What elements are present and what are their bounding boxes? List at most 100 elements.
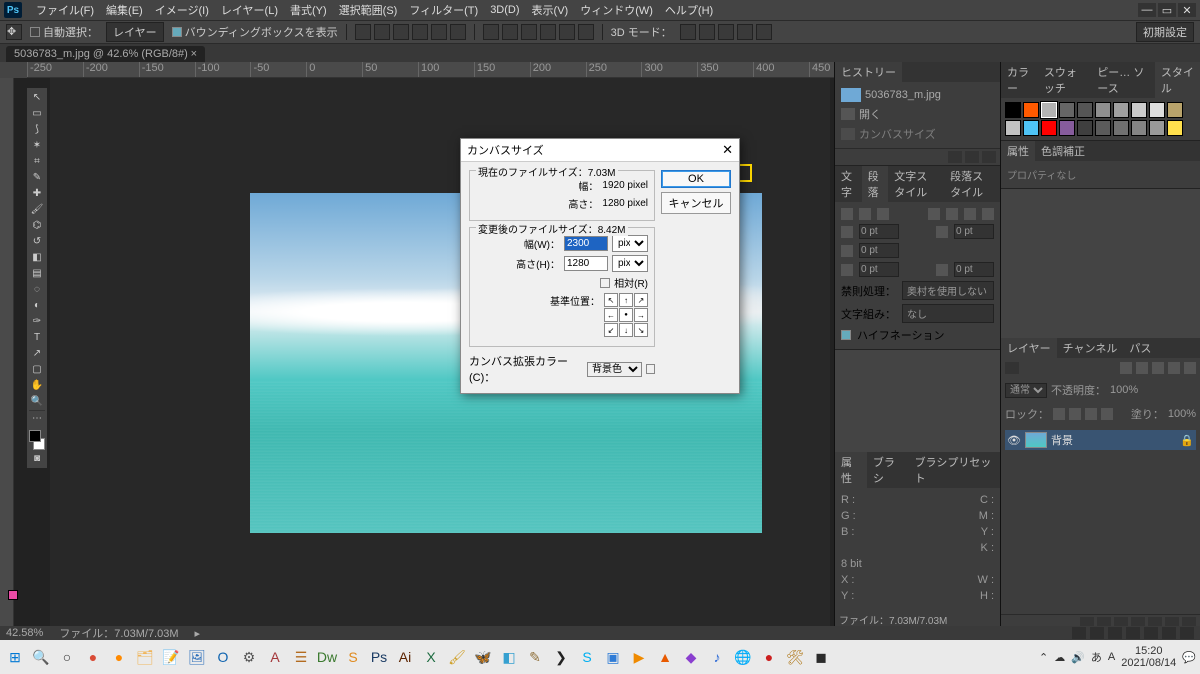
globe-icon[interactable]: 🌐	[732, 646, 754, 668]
history-item[interactable]: 5036783_m.jpg	[839, 86, 996, 104]
image-icon[interactable]: 🖼	[186, 646, 208, 668]
panel-icon[interactable]	[948, 151, 962, 163]
cancel-button[interactable]: キャンセル	[661, 192, 731, 214]
illustrator-icon[interactable]: Ai	[394, 646, 416, 668]
menu-type[interactable]: 書式(Y)	[284, 2, 333, 18]
menu-help[interactable]: ヘルプ(H)	[659, 2, 719, 18]
hyphen-check[interactable]	[841, 330, 851, 340]
access-icon[interactable]: A	[264, 646, 286, 668]
explorer-icon[interactable]: 🗂	[134, 646, 156, 668]
justify-icon[interactable]	[982, 208, 994, 220]
filter-icon[interactable]	[1120, 362, 1132, 374]
blur-tool[interactable]: ◌	[29, 282, 45, 297]
menu-image[interactable]: イメージ(I)	[149, 2, 215, 18]
layer-filter-icon[interactable]	[1005, 362, 1019, 374]
justify-icon[interactable]	[946, 208, 958, 220]
sb-icon[interactable]	[1180, 627, 1194, 639]
workspace-switcher[interactable]: 初期設定	[1136, 22, 1194, 42]
tool-icon[interactable]: 🛠	[784, 646, 806, 668]
app1-icon[interactable]: ◧	[498, 646, 520, 668]
source-tab[interactable]: ピー… ソース	[1091, 62, 1155, 98]
paragraph-tab[interactable]: 段落	[862, 166, 889, 202]
history-item[interactable]: カンバスサイズ	[839, 124, 996, 144]
blend-mode-dropdown[interactable]: 通常	[1005, 383, 1047, 398]
style-swatch[interactable]	[1041, 102, 1057, 118]
style-swatch[interactable]	[1041, 120, 1057, 136]
paint-icon[interactable]: 🖌	[446, 646, 468, 668]
anchor-grid[interactable]: ↖↑↗ ←→ ↙↓↘	[604, 293, 648, 337]
record-icon[interactable]: ●	[758, 646, 780, 668]
window-minimize[interactable]: —	[1138, 3, 1156, 17]
chrome-icon[interactable]: ●	[82, 646, 104, 668]
sb-icon[interactable]	[1090, 627, 1104, 639]
ok-button[interactable]: OK	[661, 170, 731, 188]
outlook-icon[interactable]: O	[212, 646, 234, 668]
zoom-tool[interactable]: 🔍	[29, 394, 45, 409]
anchor-cell-center[interactable]	[619, 308, 633, 322]
adjust-tab[interactable]: 色調補正	[1035, 141, 1091, 161]
crop-tool[interactable]: ⌗	[29, 154, 45, 169]
window-close[interactable]: ✕	[1178, 3, 1196, 17]
anchor-cell[interactable]: ↑	[619, 293, 633, 307]
style-swatch[interactable]	[1131, 120, 1147, 136]
anchor-cell[interactable]: ↗	[634, 293, 648, 307]
visibility-icon[interactable]: 👁	[1007, 434, 1021, 447]
menu-select[interactable]: 選択範囲(S)	[333, 2, 404, 18]
style-swatch[interactable]	[1059, 102, 1075, 118]
charstyle-tab[interactable]: 文字スタイル	[888, 166, 944, 202]
style-swatch[interactable]	[1131, 102, 1147, 118]
eyedropper-tool[interactable]: ✎	[29, 170, 45, 185]
indent-input[interactable]: 0 pt	[859, 224, 899, 239]
notification-icon[interactable]: 💬	[1182, 651, 1196, 664]
menu-filter[interactable]: フィルター(T)	[403, 2, 484, 18]
3d-icon[interactable]	[718, 24, 734, 40]
brave-icon[interactable]: ◆	[680, 646, 702, 668]
style-swatch[interactable]	[1077, 102, 1093, 118]
tray-cloud-icon[interactable]: ☁	[1054, 651, 1065, 664]
indent-input[interactable]: 0 pt	[954, 224, 994, 239]
layer-row[interactable]: 👁 背景 🔒	[1005, 430, 1196, 450]
brushpreset-tab[interactable]: ブラシプリセット	[909, 452, 1000, 488]
sb-icon[interactable]	[1072, 627, 1086, 639]
wand-tool[interactable]: ✶	[29, 138, 45, 153]
autoselect-check[interactable]	[30, 27, 40, 37]
justify-icon[interactable]	[928, 208, 940, 220]
style-swatch[interactable]	[1005, 102, 1021, 118]
anchor-cell[interactable]: ↓	[619, 323, 633, 337]
style-swatch[interactable]	[1023, 102, 1039, 118]
tray-chevron-icon[interactable]: ⌃	[1039, 651, 1048, 664]
3d-icon[interactable]	[737, 24, 753, 40]
styles-tab[interactable]: スタイル	[1155, 62, 1200, 98]
filter-icon[interactable]	[1152, 362, 1164, 374]
indent-input[interactable]: 0 pt	[859, 243, 899, 258]
swatches-tab[interactable]: スウォッチ	[1038, 62, 1091, 98]
bounding-check[interactable]	[172, 27, 182, 37]
menu-view[interactable]: 表示(V)	[526, 2, 575, 18]
anchor-cell[interactable]: ↘	[634, 323, 648, 337]
style-swatch[interactable]	[1077, 120, 1093, 136]
lasso-tool[interactable]: ⟆	[29, 122, 45, 137]
color-swatches[interactable]	[29, 430, 45, 450]
align-icon[interactable]	[412, 24, 428, 40]
menu-file[interactable]: ファイル(F)	[30, 2, 100, 18]
justify-icon[interactable]	[964, 208, 976, 220]
type-tool[interactable]: T	[29, 330, 45, 345]
dark-icon[interactable]: ◼	[810, 646, 832, 668]
style-swatch[interactable]	[1095, 102, 1111, 118]
brush-tab[interactable]: ブラシ	[867, 452, 909, 488]
search-icon[interactable]: 🔍	[30, 646, 52, 668]
sb-icon[interactable]	[1126, 627, 1140, 639]
ext-color-swatch[interactable]	[646, 364, 655, 374]
parastyle-tab[interactable]: 段落スタイル	[944, 166, 1000, 202]
brush-tool[interactable]: 🖌	[29, 202, 45, 217]
notepad-icon[interactable]: 📝	[160, 646, 182, 668]
filter-icon[interactable]	[1168, 362, 1180, 374]
style-swatch[interactable]	[1113, 120, 1129, 136]
3d-icon[interactable]	[699, 24, 715, 40]
dist-icon[interactable]	[502, 24, 518, 40]
tray-ime-icon[interactable]: あ	[1091, 649, 1102, 665]
width-unit-dropdown[interactable]: pixel	[612, 235, 648, 252]
panel-icon[interactable]	[965, 151, 979, 163]
firefox-icon[interactable]: ●	[108, 646, 130, 668]
style-swatch[interactable]	[1149, 102, 1165, 118]
